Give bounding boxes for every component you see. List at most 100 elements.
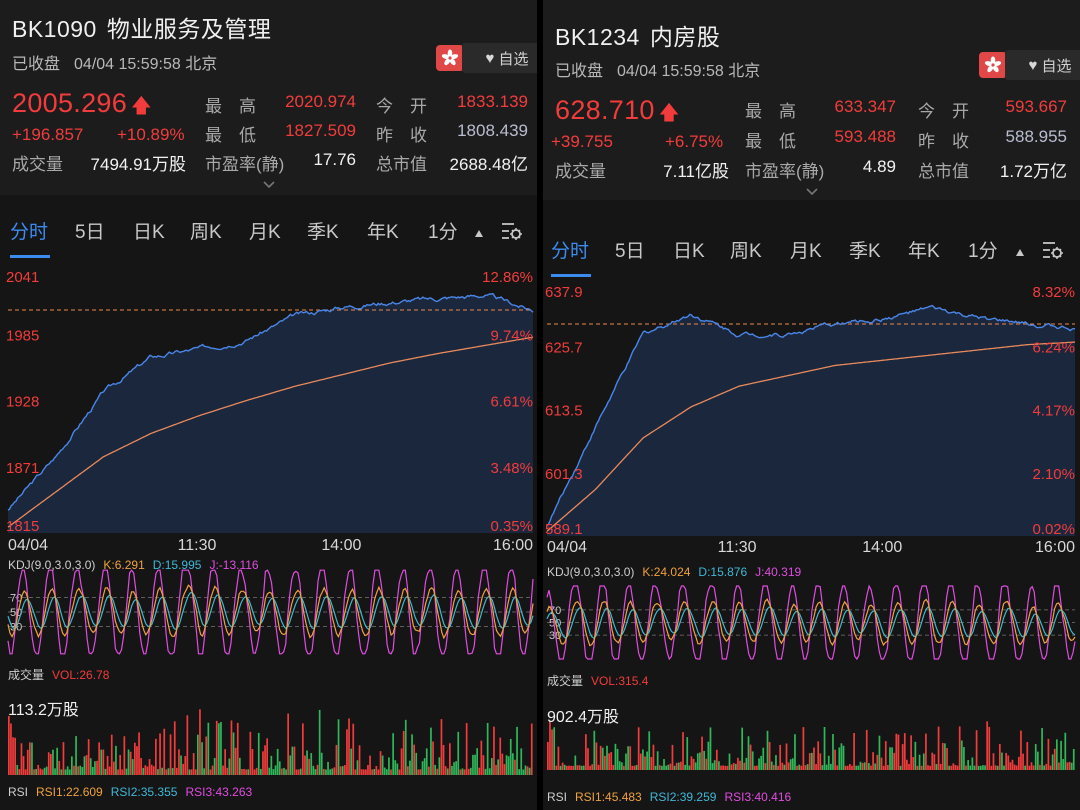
tab-5[interactable]: 季K xyxy=(307,217,339,244)
tab-7[interactable]: 1分 xyxy=(968,236,998,263)
chevron-down-icon[interactable] xyxy=(262,178,276,192)
quote-datetime: 04/04 15:59:58 北京 xyxy=(617,63,761,80)
rsi2: RSI2:39.259 xyxy=(649,790,717,804)
pct-axis-label: 2.10% xyxy=(1032,466,1075,483)
tab-5[interactable]: 季K xyxy=(849,236,881,263)
time-axis-label: 14:00 xyxy=(862,539,902,556)
heart-icon: ♥ xyxy=(485,49,495,67)
chart-settings-icon[interactable] xyxy=(1041,238,1065,262)
prev-close-value: 1808.439 xyxy=(457,121,528,140)
y-axis-label: 601.3 xyxy=(545,466,583,483)
volume-legend: 成交量 VOL:26.78 xyxy=(8,666,109,683)
volume-max-amount: 113.2万股 xyxy=(8,702,79,719)
tab-0[interactable]: 分时 xyxy=(10,217,48,244)
tab-6[interactable]: 年K xyxy=(367,217,399,244)
tab-1[interactable]: 5日 xyxy=(75,217,105,244)
tab-6[interactable]: 年K xyxy=(908,236,940,263)
high-label: 最 高 xyxy=(205,97,256,116)
pct-axis-label: 4.17% xyxy=(1032,403,1075,420)
quote-datetime: 04/04 15:59:58 北京 xyxy=(74,56,218,73)
period-dropdown-icon[interactable] xyxy=(475,230,483,237)
pct-axis-label: 9.74% xyxy=(490,327,533,344)
stock-name: 内房股 xyxy=(649,24,721,50)
price-change-pct: +6.75% xyxy=(665,132,724,151)
open-value: 1833.139 xyxy=(457,92,528,111)
chart-settings-icon[interactable] xyxy=(500,219,524,243)
intraday-chart: 637.9 625.7 613.5 601.3 589.1 8.32% 6.24% 4.17%… xyxy=(545,284,1076,770)
low-value: 1827.509 xyxy=(285,121,356,140)
high-value: 2020.974 xyxy=(285,92,356,111)
volume-title: 成交量 xyxy=(8,668,45,682)
low-value: 593.488 xyxy=(834,127,896,146)
market-cap-value: 2688.48亿 xyxy=(449,155,528,174)
rsi3: RSI3:43.263 xyxy=(185,785,253,799)
market-cap-value: 1.72万亿 xyxy=(999,162,1067,181)
stock-panel-bk1090: BK1090 物业服务及管理 已收盘 04/04 15:59:58 北京 ♥ 自选 2… xyxy=(0,0,537,810)
last-price: 628.710 🡅 xyxy=(555,95,680,132)
period-tabs: 分时 5日 日K 周K 月K 季K 年K 1分 xyxy=(543,224,1080,278)
price-area-fill xyxy=(8,293,533,533)
time-axis-label: 04/04 xyxy=(8,537,48,554)
prev-close-label: 昨 收 xyxy=(918,132,969,151)
market-cap-label: 总市值 xyxy=(376,155,427,174)
volume-bars xyxy=(547,720,1075,770)
tab-0[interactable]: 分时 xyxy=(551,236,589,263)
watchlist-label: 自选 xyxy=(1041,57,1072,75)
heart-icon: ♥ xyxy=(1028,56,1038,74)
y-axis-label: 613.5 xyxy=(545,403,583,420)
open-label: 今 开 xyxy=(376,97,427,116)
rsi-legend: RSI RSI1:22.609 RSI2:35.355 RSI3:43.263 xyxy=(8,785,260,799)
up-arrow-icon: 🡅 xyxy=(131,95,152,117)
rsi2: RSI2:35.355 xyxy=(110,785,178,799)
close-status: 已收盘 xyxy=(555,63,604,80)
chevron-down-icon[interactable] xyxy=(805,185,819,199)
pct-axis-label: 0.35% xyxy=(490,518,533,535)
quote-header: BK1234 内房股 已收盘 04/04 15:59:58 北京 ♥ 自选 628.7… xyxy=(543,0,1080,200)
y-axis-label: 1815 xyxy=(6,518,39,535)
volume-indicator: VOL:315.4 xyxy=(591,674,649,688)
stock-title: BK1234 内房股 xyxy=(555,18,720,52)
y-axis-label: 2041 xyxy=(6,269,39,286)
time-axis-label: 04/04 xyxy=(547,539,587,556)
add-watchlist-button[interactable]: ♥ 自选 xyxy=(1005,50,1080,80)
time-axis-label: 16:00 xyxy=(493,537,533,554)
stock-name: 物业服务及管理 xyxy=(106,16,272,42)
period-dropdown-icon[interactable] xyxy=(1016,249,1024,256)
volume-indicator: VOL:26.78 xyxy=(52,668,110,682)
low-label: 最 低 xyxy=(745,132,796,151)
pct-axis-label: 8.32% xyxy=(1032,284,1075,301)
pct-axis-label: 6.61% xyxy=(490,394,533,411)
kdj-title: KDJ(9.0,3.0,3.0) xyxy=(8,558,96,572)
kdj-legend: KDJ(9.0,3.0,3.0) K:6.291 D:15.995 J:-13.116 xyxy=(8,558,267,572)
tab-3[interactable]: 周K xyxy=(730,236,762,263)
rsi-title: RSI xyxy=(8,785,29,799)
bauhinia-icon xyxy=(984,56,1002,73)
rsi1: RSI1:22.609 xyxy=(36,785,103,799)
prev-close-value: 588.955 xyxy=(1005,127,1067,146)
pct-axis-label: 0.02% xyxy=(1032,521,1075,538)
tab-7[interactable]: 1分 xyxy=(428,217,458,244)
volume-bars xyxy=(8,709,533,775)
tab-4[interactable]: 月K xyxy=(790,236,822,263)
low-label: 最 低 xyxy=(205,126,256,145)
tab-3[interactable]: 周K xyxy=(190,217,222,244)
volume-label: 成交量 xyxy=(12,155,63,174)
close-status: 已收盘 xyxy=(12,56,61,73)
tab-1[interactable]: 5日 xyxy=(615,236,645,263)
tab-2[interactable]: 日K xyxy=(673,236,705,263)
stock-panel-bk1234: BK1234 内房股 已收盘 04/04 15:59:58 北京 ♥ 自选 628.7… xyxy=(543,0,1080,810)
kdj-k: K:24.024 xyxy=(642,565,691,579)
tab-2[interactable]: 日K xyxy=(133,217,165,244)
rsi-title: RSI xyxy=(547,790,568,804)
price-change: +39.755 xyxy=(551,132,613,151)
volume-title: 成交量 xyxy=(547,674,584,688)
y-axis-label: 1871 xyxy=(6,460,39,477)
hk-flag-icon xyxy=(436,45,464,71)
period-tabs: 分时 5日 日K 周K 月K 季K 年K 1分 xyxy=(0,205,537,259)
stock-code: BK1090 xyxy=(12,16,97,42)
open-value: 593.667 xyxy=(1005,97,1067,116)
pct-axis-label: 12.86% xyxy=(482,269,533,286)
tab-4[interactable]: 月K xyxy=(249,217,281,244)
y-axis-label: 1928 xyxy=(6,394,39,411)
add-watchlist-button[interactable]: ♥ 自选 xyxy=(462,43,537,73)
